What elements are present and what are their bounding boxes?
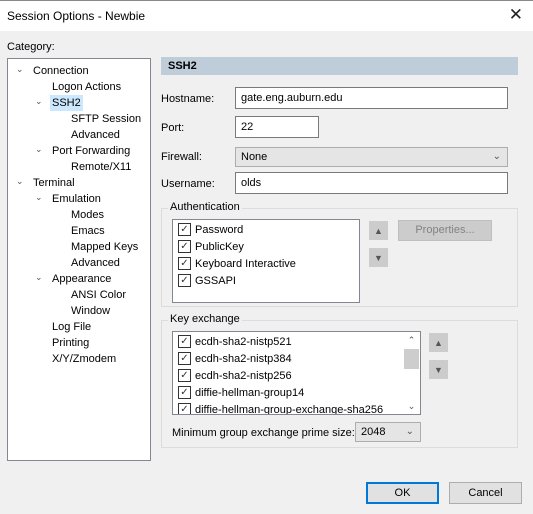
checkbox[interactable]: ✓ <box>178 368 191 382</box>
username-label: Username: <box>161 178 215 190</box>
firewall-label: Firewall: <box>161 151 202 163</box>
scroll-down-icon[interactable]: ⌄ <box>403 398 420 414</box>
arrow-down-icon: ▼ <box>374 253 383 263</box>
list-item[interactable]: ✓ Password <box>178 222 243 238</box>
list-item-label: GSSAPI <box>195 275 236 287</box>
chevron-down-icon: ⌄ <box>405 426 414 437</box>
min-prime-label: Minimum group exchange prime size: <box>172 427 355 439</box>
list-item-label: ecdh-sha2-nistp521 <box>195 336 292 348</box>
chevron-down-icon[interactable]: ⌄ <box>35 93 45 109</box>
cancel-button[interactable]: Cancel <box>449 482 522 504</box>
chevron-down-icon[interactable]: ⌄ <box>35 189 45 205</box>
kex-move-down-button[interactable]: ▼ <box>429 360 448 379</box>
close-icon[interactable]: ✕ <box>509 5 523 25</box>
firewall-select[interactable]: None ⌄ <box>235 147 508 167</box>
list-item[interactable]: ✓ PublicKey <box>178 239 244 255</box>
list-item-label: Password <box>195 224 244 236</box>
chevron-down-icon[interactable]: ⌄ <box>35 141 45 157</box>
arrow-down-icon: ▼ <box>434 365 443 375</box>
min-prime-value: 2048 <box>361 426 386 438</box>
panel-header: SSH2 <box>161 57 518 75</box>
list-item[interactable]: ✓ Keyboard Interactive <box>178 256 296 272</box>
checkbox[interactable]: ✓ <box>178 222 191 236</box>
properties-button[interactable]: Properties... <box>398 220 492 241</box>
scroll-thumb[interactable] <box>404 349 419 369</box>
chevron-down-icon: ⌄ <box>492 151 501 162</box>
port-input[interactable]: 22 <box>235 116 319 138</box>
category-tree[interactable]: ⌄ Connection Logon Actions ⌄ SSH2 SFTP Sessio… <box>7 58 151 461</box>
chevron-down-icon[interactable]: ⌄ <box>16 61 26 77</box>
checkbox[interactable]: ✓ <box>178 351 191 365</box>
tree-item-label: Advanced <box>71 257 120 269</box>
tree-item-label: X/Y/Zmodem <box>52 353 117 365</box>
scroll-up-icon[interactable]: ⌃ <box>403 332 420 348</box>
tree-item-label: Connection <box>33 65 89 77</box>
tree-item-label: SSH2 <box>50 95 83 111</box>
min-prime-select[interactable]: 2048 ⌄ <box>355 422 421 442</box>
list-item-label: ecdh-sha2-nistp384 <box>195 353 292 365</box>
hostname-label: Hostname: <box>161 93 215 105</box>
list-item[interactable]: ✓ ecdh-sha2-nistp256 <box>178 368 292 384</box>
authentication-list[interactable]: ✓ Password ✓ PublicKey ✓ Keyboard Interactive… <box>172 219 360 303</box>
tree-item-label: Advanced <box>71 129 120 141</box>
checkbox[interactable]: ✓ <box>178 402 191 414</box>
tree-item-label: ANSI Color <box>71 289 127 301</box>
list-item-label: diffie-hellman-group14 <box>195 387 305 399</box>
arrow-up-icon: ▲ <box>374 226 383 236</box>
checkbox[interactable]: ✓ <box>178 385 191 399</box>
tree-item-label: Remote/X11 <box>71 161 132 173</box>
chevron-down-icon[interactable]: ⌄ <box>16 173 26 189</box>
auth-move-down-button[interactable]: ▼ <box>369 248 388 267</box>
firewall-value: None <box>241 151 268 163</box>
title-bar: Session Options - Newbie ✕ <box>0 0 533 31</box>
ok-button[interactable]: OK <box>366 482 439 504</box>
kex-move-up-button[interactable]: ▲ <box>429 333 448 352</box>
list-item-label: Keyboard Interactive <box>195 258 296 270</box>
checkbox[interactable]: ✓ <box>178 239 191 253</box>
tree-item-label: Logon Actions <box>52 81 122 93</box>
arrow-up-icon: ▲ <box>434 338 443 348</box>
list-item[interactable]: ✓ GSSAPI <box>178 273 236 289</box>
tree-item-label: Mapped Keys <box>71 241 139 253</box>
checkbox[interactable]: ✓ <box>178 256 191 270</box>
username-input[interactable]: olds <box>235 172 508 194</box>
auth-move-up-button[interactable]: ▲ <box>369 221 388 240</box>
kex-scrollbar[interactable]: ⌃ ⌄ <box>403 332 420 414</box>
list-item-label: PublicKey <box>195 241 244 253</box>
key-exchange-label: Key exchange <box>168 313 242 325</box>
hostname-input[interactable]: gate.eng.auburn.edu <box>235 87 508 109</box>
chevron-down-icon[interactable]: ⌄ <box>35 269 45 285</box>
list-item[interactable]: ✓ diffie-hellman-group-exchange-sha256 <box>178 402 384 415</box>
tree-item-label: Port Forwarding <box>52 145 131 157</box>
list-item[interactable]: ✓ diffie-hellman-group14 <box>178 385 304 401</box>
list-item-label: ecdh-sha2-nistp256 <box>195 370 292 382</box>
tree-item-label: Log File <box>52 321 92 333</box>
tree-item-label: Emacs <box>71 225 105 237</box>
list-item-label: diffie-hellman-group-exchange-sha256 <box>195 404 384 415</box>
list-item[interactable]: ✓ ecdh-sha2-nistp384 <box>178 351 292 367</box>
tree-item-label: Printing <box>52 337 90 349</box>
port-label: Port: <box>161 122 185 134</box>
tree-item-label: Modes <box>71 209 105 221</box>
window-title: Session Options - Newbie <box>7 9 146 23</box>
checkbox[interactable]: ✓ <box>178 273 191 287</box>
list-item[interactable]: ✓ ecdh-sha2-nistp521 <box>178 334 292 350</box>
authentication-label: Authentication <box>168 201 242 213</box>
tree-item-label: Appearance <box>52 273 112 285</box>
tree-item-label: Window <box>71 305 111 317</box>
checkbox[interactable]: ✓ <box>178 334 191 348</box>
key-exchange-list[interactable]: ⌃ ⌄ ✓ ecdh-sha2-nistp521 ✓ ecdh-sha2-nistp3… <box>172 331 421 415</box>
tree-item-label: Emulation <box>52 193 101 205</box>
tree-item-label: SFTP Session <box>71 113 142 125</box>
category-label: Category: <box>7 41 55 53</box>
